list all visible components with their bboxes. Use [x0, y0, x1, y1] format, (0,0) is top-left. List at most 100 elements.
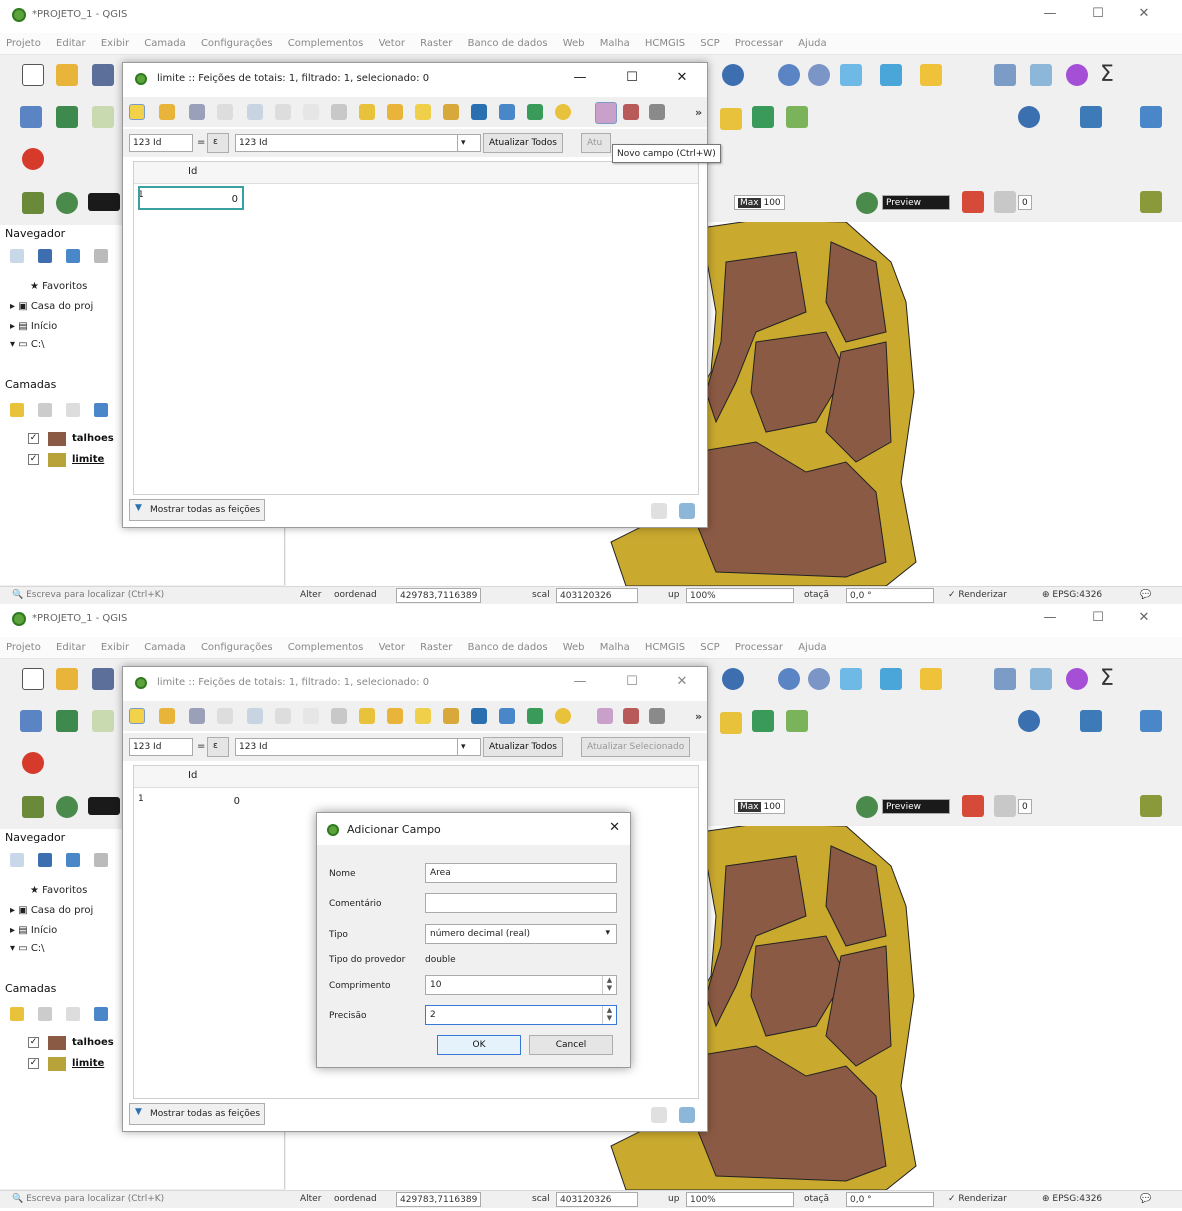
help-icon[interactable]	[1140, 106, 1162, 128]
tree-c-drive[interactable]: ▾ ▭ C:\	[10, 943, 45, 954]
menu-exibir[interactable]: Exibir	[95, 637, 135, 653]
maximize-icon[interactable]: ☐	[1078, 6, 1118, 24]
python-icon[interactable]	[1080, 710, 1102, 732]
filter-icon[interactable]	[94, 1007, 108, 1021]
label-pin-icon[interactable]	[752, 710, 774, 732]
menu-scp[interactable]: SCP	[694, 637, 725, 653]
filter-icon[interactable]	[471, 708, 487, 724]
rotation-field[interactable]: 0,0 °	[846, 1192, 934, 1207]
close-icon[interactable]: ✕	[667, 674, 697, 689]
add-selected-icon[interactable]	[10, 853, 24, 867]
abc-label-icon[interactable]	[720, 108, 742, 130]
select-icon[interactable]	[840, 668, 862, 690]
label-pin-icon[interactable]	[752, 106, 774, 128]
layer-talhoes[interactable]: talhoes	[72, 1037, 114, 1048]
label-icon[interactable]	[920, 64, 942, 86]
diagram-icon[interactable]	[786, 106, 808, 128]
attribute-table-icon[interactable]	[994, 64, 1016, 86]
magnifier-field[interactable]: 100%	[686, 1192, 794, 1207]
form-view-icon[interactable]	[651, 503, 667, 519]
menu-banco-de-dados[interactable]: Banco de dados	[462, 637, 554, 653]
band-icon[interactable]	[962, 795, 984, 817]
delete-field-icon[interactable]	[623, 104, 639, 120]
menu-complementos[interactable]: Complementos	[282, 33, 370, 49]
menu-projeto[interactable]: Projeto	[0, 33, 47, 49]
scale-field[interactable]: 403120326	[556, 1192, 638, 1207]
add-group-icon[interactable]	[38, 1007, 52, 1021]
edit-pencil-icon[interactable]	[129, 104, 145, 120]
add-feature-icon[interactable]	[247, 104, 263, 120]
paste-icon[interactable]	[359, 104, 375, 120]
field-calculator-icon[interactable]	[1030, 668, 1052, 690]
invert-selection-icon[interactable]	[443, 104, 459, 120]
scale-field[interactable]: 403120326	[556, 588, 638, 603]
update-all-button[interactable]: Atualizar Todos	[483, 133, 563, 153]
update-all-button[interactable]: Atualizar Todos	[483, 737, 563, 757]
preview-button[interactable]: Preview	[882, 799, 950, 814]
cut-icon[interactable]	[303, 708, 319, 724]
tree-c-drive[interactable]: ▾ ▭ C:\	[10, 339, 45, 350]
tree-favoritos[interactable]: ★ Favoritos	[30, 281, 87, 292]
locator-search[interactable]: 🔍 Escreva para localizar (Ctrl+K)	[12, 590, 164, 600]
comment-field[interactable]	[425, 893, 617, 913]
reload-icon[interactable]	[217, 104, 233, 120]
close-icon[interactable]: ✕	[609, 820, 620, 835]
name-field[interactable]: Area	[425, 863, 617, 883]
style-icon[interactable]	[10, 1007, 24, 1021]
table-cell-id[interactable]: 0	[138, 186, 244, 210]
menu-malha[interactable]: Malha	[594, 637, 636, 653]
layer-talhoes-checkbox[interactable]: ✓	[28, 1037, 39, 1048]
spin-arrows-icon[interactable]: ▲ ▼	[602, 976, 616, 994]
roi-button[interactable]	[88, 797, 120, 815]
add-vector-icon[interactable]	[92, 106, 114, 128]
expression-field[interactable]: 123 Id	[235, 738, 479, 756]
raster-icon[interactable]	[1140, 191, 1162, 213]
roi-button[interactable]	[88, 193, 120, 211]
filter-browser-icon[interactable]	[66, 249, 80, 263]
refresh-icon[interactable]	[722, 64, 744, 86]
reload-icon[interactable]	[217, 708, 233, 724]
copy-icon[interactable]	[331, 104, 347, 120]
scp-icon[interactable]	[22, 192, 44, 214]
delete-feature-icon[interactable]	[275, 104, 291, 120]
new-field-icon[interactable]	[597, 708, 613, 724]
render-checkbox[interactable]: ✓ Renderizar	[948, 1194, 1007, 1204]
save-edits-icon[interactable]	[189, 708, 205, 724]
type-select[interactable]: número decimal (real) ▾	[425, 924, 617, 944]
save-project-icon[interactable]	[92, 668, 114, 690]
multi-edit-icon[interactable]	[159, 708, 175, 724]
save-edits-icon[interactable]	[189, 104, 205, 120]
paste-icon[interactable]	[359, 708, 375, 724]
close-icon[interactable]: ✕	[1124, 610, 1164, 628]
layer-limite-checkbox[interactable]: ✓	[28, 1058, 39, 1069]
pan-map-icon[interactable]	[527, 708, 543, 724]
count-spinbox[interactable]: 0	[1018, 195, 1032, 210]
new-field-icon[interactable]	[595, 102, 617, 124]
menu-raster[interactable]: Raster	[414, 33, 458, 49]
menu-processar[interactable]: Processar	[729, 33, 789, 49]
menu-hcmgis[interactable]: HCMGIS	[639, 637, 691, 653]
identify-icon[interactable]	[880, 668, 902, 690]
menu-hcmgis[interactable]: HCMGIS	[639, 33, 691, 49]
copy-icon[interactable]	[331, 708, 347, 724]
select-all-icon[interactable]	[415, 708, 431, 724]
menu-malha[interactable]: Malha	[594, 33, 636, 49]
band2-icon[interactable]	[994, 795, 1016, 817]
length-spinbox[interactable]: 10 ▲ ▼	[425, 975, 617, 995]
menu-ajuda[interactable]: Ajuda	[792, 637, 832, 653]
menu-complementos[interactable]: Complementos	[282, 637, 370, 653]
field-select[interactable]: 123 Id	[129, 134, 193, 152]
filter-icon[interactable]	[471, 104, 487, 120]
menu-banco-de-dados[interactable]: Banco de dados	[462, 33, 554, 49]
preview-zoom-icon[interactable]	[856, 796, 878, 818]
refresh-browser-icon[interactable]	[38, 853, 52, 867]
save-project-icon[interactable]	[92, 64, 114, 86]
column-header-id[interactable]: Id	[188, 166, 197, 177]
add-group-icon[interactable]	[38, 403, 52, 417]
menu-scp[interactable]: SCP	[694, 33, 725, 49]
digitize-icon[interactable]	[22, 752, 44, 774]
globe-icon[interactable]	[1018, 710, 1040, 732]
layer-talhoes[interactable]: talhoes	[72, 433, 114, 444]
scp-icon[interactable]	[22, 796, 44, 818]
expression-dropdown-icon[interactable]: ▾	[457, 134, 481, 152]
